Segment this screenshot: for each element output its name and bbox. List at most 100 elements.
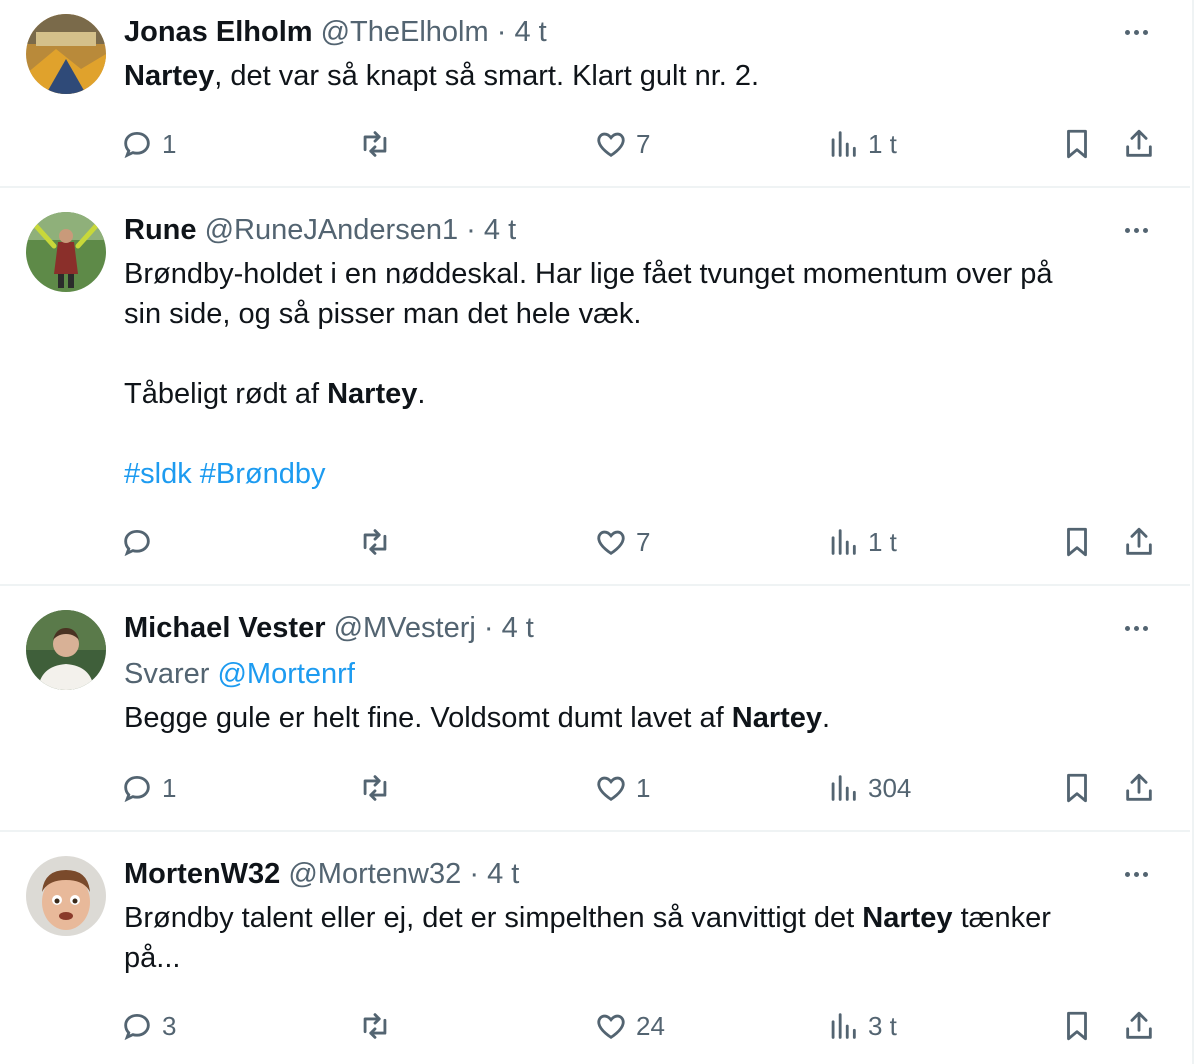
hashtags-link[interactable]: #sldk #Brøndby bbox=[124, 454, 1154, 494]
mention-bold: Nartey bbox=[862, 902, 953, 934]
separator-dot: · bbox=[496, 16, 507, 48]
more-icon[interactable] bbox=[1118, 18, 1154, 46]
retweet-button[interactable] bbox=[358, 522, 392, 562]
reply-count: 1 bbox=[162, 772, 177, 803]
text-segment: . bbox=[417, 378, 426, 410]
display-name[interactable]: Rune bbox=[124, 214, 197, 246]
tweet-header: Jonas Elholm @TheElholm · 4 t bbox=[124, 14, 1154, 50]
retweet-icon bbox=[363, 1013, 387, 1039]
replying-to-link[interactable]: @Mortenrf bbox=[217, 658, 354, 690]
share-icon bbox=[1126, 129, 1152, 157]
tweet-4[interactable]: MortenW32 @Mortenw32 · 4 t Brøndby talen… bbox=[0, 832, 1190, 1064]
user-handle[interactable]: @TheElholm bbox=[321, 16, 489, 48]
like-icon bbox=[597, 1014, 625, 1039]
share-button[interactable] bbox=[1122, 124, 1156, 164]
tweet-text-line: på... bbox=[124, 942, 181, 974]
like-button[interactable]: 7 bbox=[594, 522, 650, 562]
tweet-3[interactable]: Michael Vester @MVesterj · 4 t Svarer @M… bbox=[0, 586, 1190, 832]
display-name[interactable]: Jonas Elholm bbox=[124, 16, 313, 48]
tweet-actions: 7 1 t bbox=[120, 522, 1160, 562]
bookmark-icon bbox=[1067, 129, 1087, 159]
tweet-2[interactable]: Rune @RuneJAndersen1 · 4 t Brøndby-holde… bbox=[0, 188, 1190, 586]
views-icon bbox=[831, 775, 856, 801]
like-button[interactable]: 7 bbox=[594, 124, 650, 164]
like-button[interactable]: 24 bbox=[594, 1006, 665, 1046]
mention-bold: Nartey bbox=[124, 60, 215, 92]
more-icon[interactable] bbox=[1118, 216, 1154, 244]
bookmark-button[interactable] bbox=[1060, 124, 1094, 164]
views-icon bbox=[831, 1013, 856, 1039]
avatar[interactable] bbox=[26, 856, 106, 936]
reply-icon bbox=[124, 131, 150, 159]
user-handle[interactable]: @RuneJAndersen1 bbox=[205, 214, 459, 246]
tweet-text-line: sin side, og så pisser man det hele væk. bbox=[124, 298, 642, 330]
tweet-1[interactable]: Jonas Elholm @TheElholm · 4 t Nartey, de… bbox=[0, 0, 1190, 188]
share-icon bbox=[1126, 773, 1152, 801]
tweet-text: Brøndby-holdet i en nøddeskal. Har lige … bbox=[124, 254, 1154, 494]
text-segment: Brøndby talent eller ej, det er simpelth… bbox=[124, 902, 863, 934]
retweet-icon bbox=[363, 131, 387, 157]
retweet-button[interactable] bbox=[358, 768, 392, 808]
tweet-header: MortenW32 @Mortenw32 · 4 t bbox=[124, 856, 1154, 892]
view-count: 1 t bbox=[868, 128, 897, 159]
avatar[interactable] bbox=[26, 14, 106, 94]
timestamp[interactable]: 4 t bbox=[502, 612, 534, 644]
more-icon[interactable] bbox=[1118, 860, 1154, 888]
reply-icon bbox=[124, 529, 150, 557]
separator-dot: · bbox=[483, 612, 494, 644]
reply-icon bbox=[124, 775, 150, 803]
retweet-icon bbox=[363, 529, 387, 555]
mention-bold: Nartey bbox=[327, 378, 418, 410]
replying-to: Svarer @Mortenrf bbox=[124, 654, 1154, 694]
more-icon[interactable] bbox=[1118, 614, 1154, 642]
views-button[interactable]: 1 t bbox=[826, 522, 897, 562]
reply-button[interactable]: 3 bbox=[120, 1006, 176, 1046]
timestamp[interactable]: 4 t bbox=[514, 16, 546, 48]
tweet-text-line: Brøndby talent eller ej, det er simpelth… bbox=[124, 898, 1154, 938]
text-segment: tænker bbox=[952, 902, 1051, 934]
view-count: 3 t bbox=[868, 1010, 897, 1041]
reply-button[interactable] bbox=[120, 522, 162, 562]
bookmark-button[interactable] bbox=[1060, 1006, 1094, 1046]
like-count: 7 bbox=[636, 526, 651, 557]
views-icon bbox=[831, 529, 856, 555]
display-name[interactable]: MortenW32 bbox=[124, 858, 280, 890]
reply-button[interactable]: 1 bbox=[120, 768, 176, 808]
user-handle[interactable]: @MVesterj bbox=[334, 612, 476, 644]
retweet-button[interactable] bbox=[358, 124, 392, 164]
separator-dot: · bbox=[466, 214, 476, 246]
reply-button[interactable]: 1 bbox=[120, 124, 176, 164]
tweet-text: Nartey, det var så knapt så smart. Klart… bbox=[124, 56, 1154, 96]
avatar[interactable] bbox=[26, 212, 106, 292]
replying-prefix: Svarer bbox=[124, 658, 218, 690]
share-button[interactable] bbox=[1122, 1006, 1156, 1046]
bookmark-button[interactable] bbox=[1060, 522, 1094, 562]
timestamp[interactable]: 4 t bbox=[487, 858, 519, 890]
bookmark-button[interactable] bbox=[1060, 768, 1094, 808]
avatar[interactable] bbox=[26, 610, 106, 690]
share-button[interactable] bbox=[1122, 522, 1156, 562]
views-button[interactable]: 1 t bbox=[826, 124, 897, 164]
separator-dot: · bbox=[469, 858, 479, 890]
retweet-icon bbox=[363, 775, 387, 801]
views-button[interactable]: 304 bbox=[826, 768, 911, 808]
share-button[interactable] bbox=[1122, 768, 1156, 808]
tweet-text: Begge gule er helt fine. Voldsomt dumt l… bbox=[124, 698, 1154, 738]
bookmark-icon bbox=[1067, 527, 1087, 557]
like-button[interactable]: 1 bbox=[594, 768, 650, 808]
timestamp[interactable]: 4 t bbox=[484, 214, 516, 246]
views-button[interactable]: 3 t bbox=[826, 1006, 897, 1046]
tweet-text-line: Tåbeligt rødt af Nartey. bbox=[124, 374, 1154, 414]
reply-count: 3 bbox=[162, 1010, 177, 1041]
views-icon bbox=[831, 131, 856, 157]
retweet-button[interactable] bbox=[358, 1006, 392, 1046]
like-icon bbox=[597, 776, 625, 801]
tweet-actions: 3 24 3 t bbox=[120, 1006, 1160, 1046]
share-icon bbox=[1126, 527, 1152, 555]
tweet-actions: 1 7 1 t bbox=[120, 124, 1160, 164]
user-handle[interactable]: @Mortenw32 bbox=[288, 858, 461, 890]
display-name[interactable]: Michael Vester bbox=[124, 612, 326, 644]
tweet-header: Rune @RuneJAndersen1 · 4 t bbox=[124, 212, 1154, 248]
mention-bold: Nartey bbox=[731, 702, 823, 734]
